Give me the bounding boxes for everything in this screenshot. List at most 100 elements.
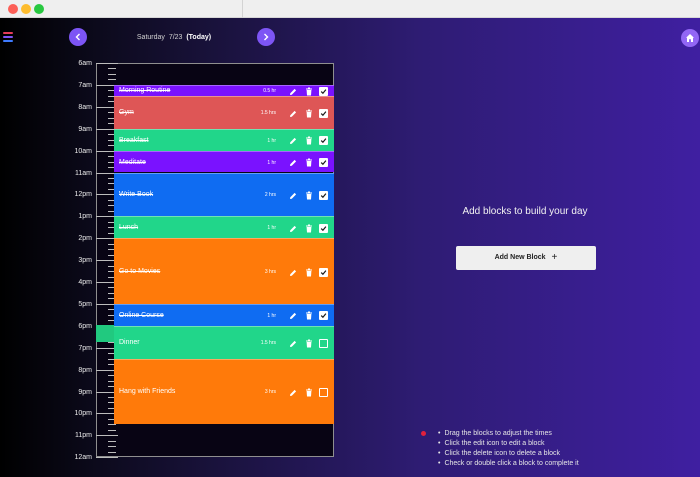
- edit-pencil-icon[interactable]: [289, 109, 297, 118]
- time-block[interactable]: Dinner 1.5 hrs: [114, 325, 334, 359]
- minor-tick: [108, 424, 116, 426]
- edit-pencil-icon[interactable]: [289, 339, 297, 348]
- complete-checkbox[interactable]: [319, 190, 328, 200]
- minor-tick: [108, 73, 116, 75]
- instruction-item: Click the edit icon to edit a block: [438, 439, 688, 449]
- block-title: Morning Routine: [119, 87, 171, 95]
- edit-pencil-icon[interactable]: [289, 191, 297, 200]
- chevron-left-icon: [75, 33, 80, 41]
- time-block[interactable]: Write Book 2 hrs: [114, 172, 334, 217]
- edit-pencil-icon[interactable]: [289, 224, 297, 233]
- hour-label: 9am: [78, 125, 92, 133]
- block-title: Lunch: [119, 224, 139, 232]
- block-title: Online Course: [119, 311, 164, 319]
- complete-checkbox[interactable]: [319, 86, 328, 96]
- current-time-indicator: [96, 325, 114, 342]
- block-duration: 1.5 hrs: [260, 340, 276, 347]
- block-duration: 2 hrs: [264, 192, 276, 199]
- block-title: Hang with Friends: [119, 388, 176, 396]
- block-title: Write Book: [119, 191, 154, 199]
- trash-icon[interactable]: [305, 388, 313, 397]
- time-block[interactable]: Online Course 1 hr: [114, 303, 334, 326]
- block-duration: 1 hr: [267, 137, 276, 144]
- trash-icon[interactable]: [305, 109, 313, 118]
- hour-label: 3pm: [78, 257, 92, 265]
- block-duration: 3 hrs: [264, 389, 276, 396]
- block-duration: 1.5 hrs: [260, 110, 276, 117]
- hour-label: 6am: [78, 60, 92, 67]
- complete-checkbox[interactable]: [319, 387, 328, 397]
- window-close-button[interactable]: [8, 4, 18, 14]
- complete-checkbox[interactable]: [319, 108, 328, 118]
- hour-label: 10am: [74, 147, 92, 155]
- complete-checkbox[interactable]: [319, 267, 328, 277]
- time-block[interactable]: Hang with Friends 3 hrs: [114, 358, 334, 425]
- trash-icon[interactable]: [305, 158, 313, 167]
- menu-bar-3: [3, 40, 13, 42]
- edit-pencil-icon[interactable]: [289, 136, 297, 145]
- hamburger-menu-icon[interactable]: [3, 32, 13, 44]
- complete-checkbox[interactable]: [319, 338, 328, 348]
- edit-pencil-icon[interactable]: [289, 158, 297, 167]
- trash-icon[interactable]: [305, 224, 313, 233]
- home-button[interactable]: [681, 29, 699, 47]
- trash-icon[interactable]: [305, 191, 313, 200]
- hour-label: 7am: [78, 81, 92, 89]
- next-day-button[interactable]: [257, 28, 275, 46]
- hour-label: 12am: [74, 454, 92, 462]
- minor-tick: [108, 446, 116, 448]
- date-value: 7/23: [168, 34, 183, 41]
- edit-pencil-icon[interactable]: [289, 87, 297, 96]
- complete-checkbox[interactable]: [319, 136, 328, 146]
- trash-icon[interactable]: [305, 136, 313, 145]
- hour-label: 10pm: [74, 410, 92, 418]
- hour-label: 6pm: [78, 322, 92, 330]
- chrome-divider: [242, 0, 243, 18]
- block-title: Go to Movies: [119, 268, 161, 276]
- hour-tick: [96, 435, 118, 437]
- block-title: Dinner: [119, 339, 140, 347]
- time-block[interactable]: Breakfast 1 hr: [114, 128, 334, 151]
- window-minimize-button[interactable]: [21, 4, 31, 14]
- plus-icon: +: [551, 252, 558, 263]
- previous-day-button[interactable]: [69, 28, 87, 46]
- complete-checkbox[interactable]: [319, 158, 328, 168]
- edit-pencil-icon[interactable]: [289, 388, 297, 397]
- window-maximize-button[interactable]: [34, 4, 44, 14]
- trash-icon[interactable]: [305, 339, 313, 348]
- block-duration: 3 hrs: [264, 269, 276, 276]
- trash-icon[interactable]: [305, 268, 313, 277]
- instructions-bullet-icon: [421, 431, 426, 436]
- edit-pencil-icon[interactable]: [289, 268, 297, 277]
- add-new-block-button[interactable]: Add New Block +: [456, 246, 596, 270]
- block-duration: 1 hr: [267, 225, 276, 232]
- today-label: (Today): [186, 34, 212, 41]
- hour-label: 8pm: [78, 366, 92, 374]
- instructions-list: Drag the blocks to adjust the times Clic…: [438, 429, 688, 469]
- complete-checkbox[interactable]: [319, 311, 328, 321]
- time-block[interactable]: Go to Movies 3 hrs: [114, 238, 334, 304]
- hour-label: 2pm: [78, 235, 92, 243]
- complete-checkbox[interactable]: [319, 223, 328, 233]
- time-block[interactable]: Meditate 1 hr: [114, 150, 334, 173]
- time-block[interactable]: Gym 1.5 hrs: [114, 95, 334, 129]
- time-block[interactable]: Lunch 1 hr: [114, 216, 334, 239]
- empty-state-message: Add blocks to build your day: [462, 206, 588, 217]
- hour-label: 8am: [78, 103, 92, 111]
- hour-label: 5pm: [78, 300, 92, 308]
- minor-tick: [108, 429, 116, 431]
- trash-icon[interactable]: [305, 87, 313, 96]
- time-block[interactable]: Morning Routine 0.5 hr: [114, 84, 334, 96]
- minor-tick: [108, 79, 116, 81]
- hour-label: 1pm: [78, 213, 92, 221]
- hour-label: 4pm: [78, 279, 92, 286]
- block-duration: 0.5 hr: [263, 88, 276, 95]
- trash-icon[interactable]: [305, 311, 313, 320]
- instruction-item: Drag the blocks to adjust the times: [438, 429, 688, 439]
- edit-pencil-icon[interactable]: [289, 311, 297, 320]
- hour-label: 11pm: [75, 432, 92, 440]
- chevron-right-icon: [264, 33, 269, 41]
- home-icon: [686, 34, 694, 42]
- add-block-label: Add New Block: [494, 254, 546, 261]
- menu-bar-1: [3, 32, 13, 34]
